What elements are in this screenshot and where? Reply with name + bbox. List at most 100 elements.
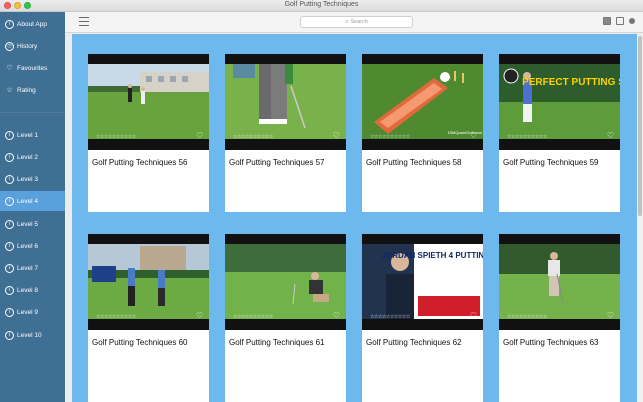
view-controls: [603, 17, 635, 25]
favourite-heart-icon[interactable]: ♡: [470, 311, 477, 320]
toolbar: ⌕ Search: [65, 12, 643, 33]
card-title: Golf Putting Techniques 56: [92, 158, 188, 167]
rating-stars[interactable]: ☆☆☆☆☆☆☆☆☆☆: [233, 314, 273, 320]
info-icon: i: [5, 219, 14, 229]
info-icon: i: [5, 19, 14, 29]
rating-stars[interactable]: ☆☆☆☆☆☆☆☆☆☆: [96, 314, 136, 320]
info-icon: i: [5, 174, 14, 184]
rating-stars[interactable]: ☆☆☆☆☆☆☆☆☆☆: [507, 134, 547, 140]
info-icon: i: [5, 196, 14, 206]
sidebar-item-rating[interactable]: ☆ Rating: [0, 80, 65, 100]
star-icon: ☆: [6, 87, 13, 94]
info-icon: i: [5, 330, 14, 340]
rating-stars[interactable]: ☆☆☆☆☆☆☆☆☆☆: [96, 134, 136, 140]
sidebar-item-level-8[interactable]: i Level 8: [0, 280, 65, 300]
rating-stars[interactable]: ☆☆☆☆☆☆☆☆☆☆: [370, 134, 410, 140]
thumbnail-image: [499, 244, 620, 319]
sidebar-item-about-app[interactable]: i About App: [0, 14, 65, 34]
svg-text:JORDAN SPIETH 4 PUTTING KEYS: JORDAN SPIETH 4 PUTTING KEYS: [382, 251, 483, 260]
scrollbar-thumb[interactable]: [638, 36, 642, 216]
favourite-heart-icon[interactable]: ♡: [196, 131, 203, 140]
favourite-heart-icon[interactable]: ♡: [333, 311, 340, 320]
sidebar-item-level-7[interactable]: i Level 7: [0, 258, 65, 278]
sidebar-item-label: Favourites: [17, 64, 48, 72]
sidebar: i About App ◷ History ♡ Favourites ☆ Rat…: [0, 12, 65, 402]
video-thumbnail[interactable]: DIMQuantGolf.com ☆☆☆☆☆☆☆☆☆☆ ♡: [362, 54, 483, 150]
video-thumbnail[interactable]: ☆☆☆☆☆☆☆☆☆☆ ♡: [88, 234, 209, 330]
sidebar-item-level-3[interactable]: i Level 3: [0, 169, 65, 189]
video-grid: ☆☆☆☆☆☆☆☆☆☆ ♡ Golf Putting Techniques 56 …: [72, 34, 637, 402]
search-icon: ⌕: [345, 18, 349, 25]
video-thumbnail[interactable]: JORDAN SPIETH 4 PUTTING KEYS ☆☆☆☆☆☆☆☆☆☆ …: [362, 234, 483, 330]
card-title: Golf Putting Techniques 60: [92, 338, 188, 347]
video-thumbnail[interactable]: PERFECT PUTTING STROKE ☆☆☆☆☆☆☆☆☆☆ ♡: [499, 54, 620, 150]
video-thumbnail[interactable]: ☆☆☆☆☆☆☆☆☆☆ ♡: [225, 54, 346, 150]
menu-line: [79, 25, 89, 26]
sidebar-item-label: Level 6: [17, 242, 38, 250]
video-card[interactable]: ☆☆☆☆☆☆☆☆☆☆ ♡ Golf Putting Techniques 56: [88, 54, 209, 212]
sidebar-item-level-6[interactable]: i Level 6: [0, 236, 65, 256]
rating-stars[interactable]: ☆☆☆☆☆☆☆☆☆☆: [370, 314, 410, 320]
thumbnail-image: [88, 64, 209, 139]
video-card[interactable]: DIMQuantGolf.com ☆☆☆☆☆☆☆☆☆☆ ♡ Golf Putti…: [362, 54, 483, 212]
sidebar-item-label: About App: [17, 20, 47, 28]
favourite-heart-icon[interactable]: ♡: [607, 311, 614, 320]
heart-icon: ♡: [6, 65, 13, 72]
sidebar-item-level-1[interactable]: i Level 1: [0, 125, 65, 145]
sidebar-item-level-4[interactable]: i Level 4: [0, 191, 65, 211]
card-title: Golf Putting Techniques 59: [503, 158, 599, 167]
sidebar-item-label: Level 2: [17, 153, 38, 161]
menu-line: [79, 17, 89, 18]
info-icon: i: [5, 130, 14, 140]
sidebar-item-label: Level 7: [17, 264, 38, 272]
video-card[interactable]: ☆☆☆☆☆☆☆☆☆☆ ♡ Golf Putting Techniques 57: [225, 54, 346, 212]
scrollbar[interactable]: [637, 34, 643, 402]
rating-stars[interactable]: ☆☆☆☆☆☆☆☆☆☆: [507, 314, 547, 320]
sidebar-item-label: History: [17, 42, 38, 50]
thumbnail-image: JORDAN SPIETH 4 PUTTING KEYS: [362, 244, 483, 319]
search-placeholder: Search: [350, 19, 368, 25]
info-icon: i: [5, 152, 14, 162]
grid-view-icon[interactable]: [603, 17, 611, 25]
favourite-heart-icon[interactable]: ♡: [470, 131, 477, 140]
video-card[interactable]: ☆☆☆☆☆☆☆☆☆☆ ♡ Golf Putting Techniques 63: [499, 234, 620, 402]
thumbnail-image: PERFECT PUTTING STROKE: [499, 64, 620, 139]
video-thumbnail[interactable]: ☆☆☆☆☆☆☆☆☆☆ ♡: [499, 234, 620, 330]
rating-stars[interactable]: ☆☆☆☆☆☆☆☆☆☆: [233, 134, 273, 140]
list-view-icon[interactable]: [616, 17, 624, 25]
thumbnail-image: [225, 244, 346, 319]
thumbnail-image: [88, 244, 209, 319]
sidebar-item-level-10[interactable]: i Level 10: [0, 325, 65, 345]
thumbnail-overlay-text: PERFECT PUTTING STROKE: [522, 77, 620, 88]
thumbnail-image: DIMQuantGolf.com: [362, 64, 483, 139]
search-input[interactable]: ⌕ Search: [300, 16, 413, 28]
sidebar-item-level-2[interactable]: i Level 2: [0, 147, 65, 167]
info-icon: i: [5, 263, 14, 273]
favourite-heart-icon[interactable]: ♡: [196, 311, 203, 320]
menu-line: [79, 21, 89, 22]
sidebar-item-label: Level 1: [17, 131, 38, 139]
video-card[interactable]: PERFECT PUTTING STROKE ☆☆☆☆☆☆☆☆☆☆ ♡ Golf…: [499, 54, 620, 212]
sidebar-item-favourites[interactable]: ♡ Favourites: [0, 58, 65, 78]
video-thumbnail[interactable]: ☆☆☆☆☆☆☆☆☆☆ ♡: [225, 234, 346, 330]
card-title: Golf Putting Techniques 58: [366, 158, 462, 167]
video-card[interactable]: ☆☆☆☆☆☆☆☆☆☆ ♡ Golf Putting Techniques 61: [225, 234, 346, 402]
favourite-heart-icon[interactable]: ♡: [607, 131, 614, 140]
sidebar-item-level-5[interactable]: i Level 5: [0, 214, 65, 234]
sidebar-divider: [0, 112, 65, 113]
sidebar-item-label: Level 9: [17, 308, 38, 316]
sidebar-item-label: Level 8: [17, 286, 38, 294]
video-card[interactable]: ☆☆☆☆☆☆☆☆☆☆ ♡ Golf Putting Techniques 60: [88, 234, 209, 402]
settings-icon[interactable]: [629, 18, 635, 24]
sidebar-item-history[interactable]: ◷ History: [0, 36, 65, 56]
sidebar-item-label: Level 5: [17, 220, 38, 228]
video-thumbnail[interactable]: ☆☆☆☆☆☆☆☆☆☆ ♡: [88, 54, 209, 150]
sidebar-item-level-9[interactable]: i Level 9: [0, 302, 65, 322]
hamburger-menu-button[interactable]: [79, 17, 89, 27]
sidebar-item-label: Rating: [17, 86, 36, 94]
watermark-text: DIMQuantGolf.com: [448, 130, 483, 135]
video-card[interactable]: JORDAN SPIETH 4 PUTTING KEYS ☆☆☆☆☆☆☆☆☆☆ …: [362, 234, 483, 402]
app-window: Golf Putting Techniques i About App ◷ Hi…: [0, 0, 643, 402]
favourite-heart-icon[interactable]: ♡: [333, 131, 340, 140]
info-icon: i: [5, 307, 14, 317]
